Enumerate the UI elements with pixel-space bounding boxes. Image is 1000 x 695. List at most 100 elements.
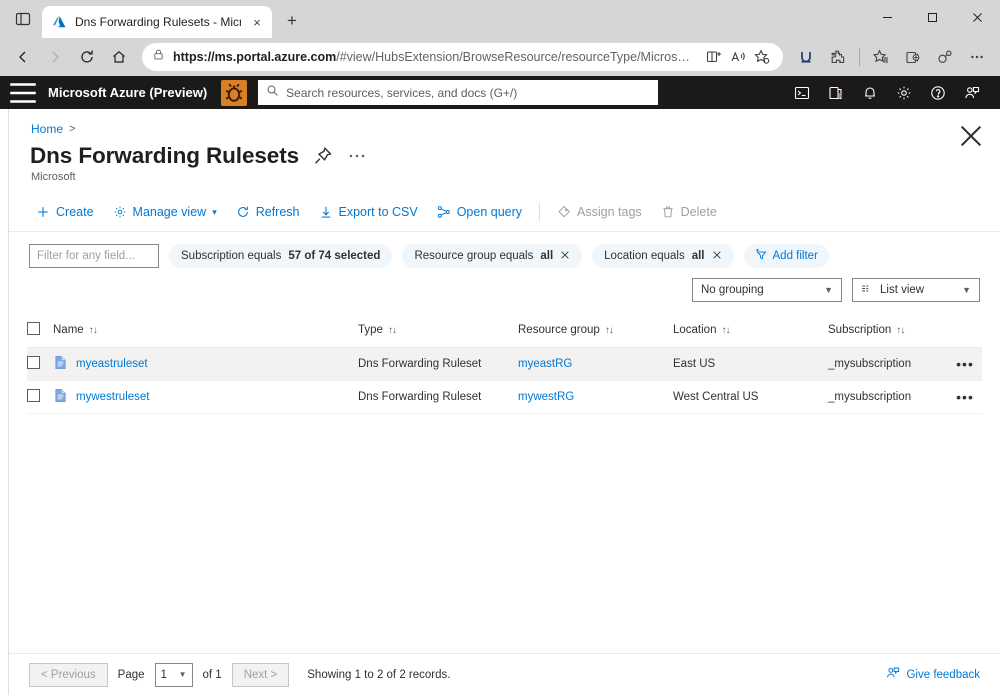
pin-icon[interactable] (313, 146, 333, 166)
grouping-dropdown[interactable]: No grouping ▼ (692, 278, 842, 302)
add-favorite-icon[interactable] (751, 46, 773, 68)
tab-close-icon[interactable]: × (248, 13, 266, 31)
delete-label: Delete (680, 205, 717, 219)
window-maximize-button[interactable] (910, 0, 955, 34)
export-to-csv-button[interactable]: Export to CSV (310, 201, 427, 223)
blade-close-icon[interactable] (956, 121, 986, 151)
cloud-shell-icon[interactable] (786, 78, 818, 108)
bug-preview-icon[interactable] (221, 79, 248, 106)
tab-search-icon[interactable] (8, 4, 38, 34)
refresh-button[interactable]: Refresh (227, 201, 309, 223)
toolbar-divider (859, 48, 860, 66)
help-icon[interactable] (922, 78, 954, 108)
remove-filter-icon[interactable] (712, 250, 722, 262)
back-arrow-icon[interactable] (8, 42, 38, 72)
filter-pill-subscription-prefix: Subscription equals (181, 250, 282, 262)
settings-more-icon[interactable] (962, 42, 992, 72)
table-header: Name ↑↓ Type ↑↓ Resource group ↑↓ Location ↑… (27, 316, 982, 348)
sort-icon[interactable]: ↑↓ (896, 325, 905, 336)
window-minimize-button[interactable] (865, 0, 910, 34)
view-dropdown-value: List view (880, 284, 925, 296)
tab-title: Dns Forwarding Rulesets - Micro (75, 15, 241, 29)
row-subscription-cell: _mysubscription (828, 347, 948, 381)
table-row[interactable]: mywestruleset Dns Forwarding Ruleset myw… (27, 380, 982, 414)
azure-search-placeholder: Search resources, services, and docs (G+… (286, 85, 518, 100)
filter-input[interactable]: Filter for any field... (29, 244, 159, 268)
view-controls: No grouping ▼ List view ▼ (9, 268, 1000, 302)
resource-blade: Home > Dns Forwarding Rulesets Microsoft… (8, 109, 1000, 695)
column-header-type[interactable]: Type ↑↓ (358, 316, 518, 348)
address-bar[interactable]: https://ms.portal.azure.com/#view/HubsEx… (142, 43, 784, 71)
sort-icon[interactable]: ↑↓ (89, 325, 98, 336)
column-header-name[interactable]: Name ↑↓ (53, 316, 358, 348)
next-page-button[interactable]: Next > (231, 662, 290, 687)
export-to-csv-label: Export to CSV (338, 205, 418, 219)
column-header-location[interactable]: Location ↑↓ (673, 316, 828, 348)
forward-arrow-icon[interactable] (40, 42, 70, 72)
refresh-icon[interactable] (72, 42, 102, 72)
favorites-icon[interactable] (866, 42, 896, 72)
column-header-resource-group[interactable]: Resource group ↑↓ (518, 316, 673, 348)
resource-group-link[interactable]: myeastRG (518, 358, 572, 370)
azure-search-input[interactable]: Search resources, services, and docs (G+… (258, 80, 659, 105)
sort-icon[interactable]: ↑↓ (605, 325, 614, 336)
omnibox-icons (703, 46, 773, 68)
select-all-checkbox[interactable] (27, 322, 40, 335)
resource-group-link[interactable]: mywestRG (518, 391, 574, 403)
add-filter-label: Add filter (772, 250, 818, 262)
address-bar-url: https://ms.portal.azure.com/#view/HubsEx… (173, 50, 695, 64)
row-checkbox[interactable] (27, 356, 40, 369)
browser-essentials-icon[interactable] (930, 42, 960, 72)
command-bar: Create Manage view ▾ Refresh Export to C… (9, 191, 1000, 232)
browser-chrome: Dns Forwarding Rulesets - Micro × + http… (0, 0, 1000, 76)
column-header-name-label: Name (53, 324, 84, 336)
puzzle-extensions-icon[interactable] (823, 42, 853, 72)
filter-pill-resource-group-prefix: Resource group equals (414, 250, 534, 262)
ellipsis-icon[interactable] (347, 146, 367, 166)
manage-view-button[interactable]: Manage view ▾ (104, 201, 226, 223)
settings-gear-icon[interactable] (888, 78, 920, 108)
row-context-menu-icon[interactable]: ••• (948, 380, 982, 414)
row-location-cell: West Central US (673, 380, 828, 414)
row-checkbox[interactable] (27, 389, 40, 402)
collections-icon[interactable] (898, 42, 928, 72)
give-feedback-link[interactable]: Give feedback (886, 666, 980, 683)
resource-name-link[interactable]: mywestruleset (76, 391, 150, 403)
azure-brand-label[interactable]: Microsoft Azure (Preview) (42, 85, 219, 100)
create-button[interactable]: Create (27, 201, 103, 223)
sort-icon[interactable]: ↑↓ (721, 325, 730, 336)
page-number-dropdown[interactable]: 1 ▼ (154, 662, 193, 687)
browser-titlebar: Dns Forwarding Rulesets - Micro × + (0, 0, 1000, 38)
previous-page-button[interactable]: < Previous (29, 662, 108, 687)
hamburger-menu-icon[interactable] (6, 78, 40, 108)
directories-subscriptions-icon[interactable] (820, 78, 852, 108)
view-dropdown[interactable]: List view ▼ (852, 278, 980, 302)
resource-name-link[interactable]: myeastruleset (76, 358, 148, 370)
feedback-icon[interactable] (956, 78, 988, 108)
table-header-row: Name ↑↓ Type ↑↓ Resource group ↑↓ Location ↑… (27, 316, 982, 348)
remove-filter-icon[interactable] (560, 250, 570, 262)
chevron-down-icon: ▾ (212, 206, 217, 217)
filter-pill-location[interactable]: Location equals all (592, 244, 734, 268)
new-tab-button[interactable]: + (278, 7, 306, 35)
read-aloud-icon[interactable] (727, 46, 749, 68)
page-number-value: 1 (160, 668, 167, 681)
table-row[interactable]: myeastruleset Dns Forwarding Ruleset mye… (27, 347, 982, 381)
delete-button[interactable]: Delete (652, 201, 726, 223)
u-extension-icon[interactable] (791, 42, 821, 72)
split-screen-icon[interactable] (703, 46, 725, 68)
notifications-icon[interactable] (854, 78, 886, 108)
add-filter-button[interactable]: Add filter (743, 244, 829, 268)
row-context-menu-icon[interactable]: ••• (948, 347, 982, 381)
column-header-subscription[interactable]: Subscription ↑↓ (828, 316, 948, 348)
filter-pill-subscription-value: 57 of 74 selected (288, 250, 381, 262)
filter-pill-subscription[interactable]: Subscription equals 57 of 74 selected (169, 244, 393, 268)
open-query-button[interactable]: Open query (428, 201, 531, 223)
home-icon[interactable] (104, 42, 134, 72)
browser-tab[interactable]: Dns Forwarding Rulesets - Micro × (42, 6, 272, 38)
sort-icon[interactable]: ↑↓ (388, 325, 397, 336)
window-close-button[interactable] (955, 0, 1000, 34)
breadcrumb-home-link[interactable]: Home (31, 122, 63, 136)
assign-tags-button[interactable]: Assign tags (548, 201, 651, 223)
filter-pill-resource-group[interactable]: Resource group equals all (402, 244, 583, 268)
